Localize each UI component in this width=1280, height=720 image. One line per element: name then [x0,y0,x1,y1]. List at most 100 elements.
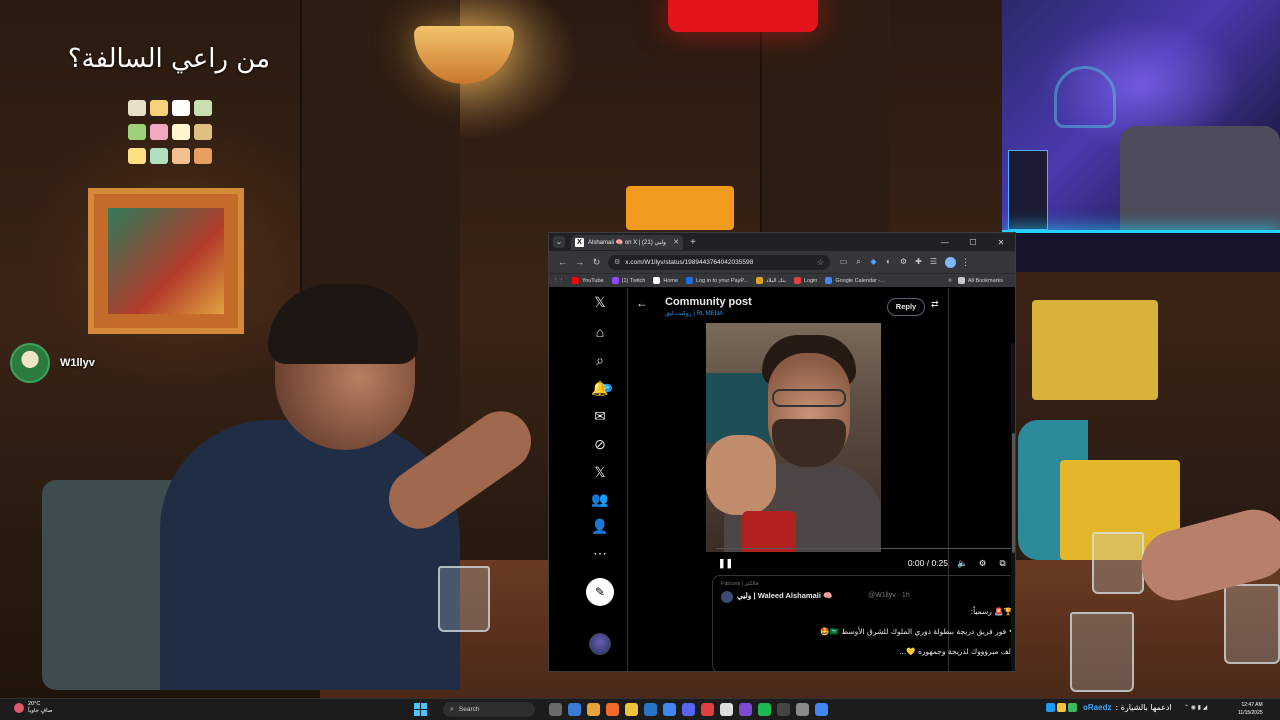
video-progress-bar[interactable] [716,548,1015,549]
scrollbar[interactable] [1011,343,1015,671]
system-tray-icons[interactable]: ⌃ ◉ ▮ ◢ [1184,704,1207,711]
video-player[interactable] [706,323,881,552]
profile-icon[interactable]: 👤 [585,518,615,535]
desk [1002,230,1280,272]
weather-temperature: 20°C [28,701,41,707]
app-icon[interactable] [625,703,638,716]
spotify-icon[interactable] [758,703,771,716]
settings-icon[interactable]: ⇄ [931,299,939,310]
chrome-icon[interactable] [663,703,676,716]
pip-icon[interactable]: ⧉ [997,558,1008,569]
video-time: 0:00 / 0:25 [907,558,948,568]
tray-icon[interactable] [1057,703,1066,712]
tab-search-button[interactable]: ⌄ [553,236,565,248]
reading-list-icon[interactable]: ☰ [926,257,941,267]
messages-icon[interactable]: ✉ [585,408,615,425]
chrome-icon[interactable] [815,703,828,716]
cast-icon[interactable]: ▭ [836,257,851,267]
author-name[interactable]: وليي | Waleed Alshamali 🧠 [737,591,832,600]
site-info-icon[interactable]: ⚙ [614,258,620,266]
back-arrow-icon[interactable]: ← [636,296,648,310]
avatar[interactable] [589,633,611,655]
profile-icon[interactable] [945,256,956,268]
webcam-view [1002,0,1280,272]
pause-icon[interactable]: ❚❚ [718,558,733,569]
bookmark-paypal[interactable]: Log in to your PayP... [686,277,748,284]
start-button[interactable] [414,703,427,716]
x-logo-icon[interactable]: 𝕏 [585,294,615,311]
reload-icon[interactable]: ↻ [588,257,605,268]
app-icon[interactable] [720,703,733,716]
clock[interactable]: 12:47 AM 11/15/2025 [1238,701,1263,717]
pc-case [1008,150,1048,230]
video-controls: ❚❚ 0:00 / 0:25 🔈 ⚙ ⧉ ⤢ [718,556,1015,570]
taskbar-search[interactable]: ⌕ Search [443,702,535,717]
minimize-button[interactable]: — [931,238,959,247]
close-window-button[interactable]: ✕ [987,238,1015,247]
app-icon[interactable] [796,703,809,716]
puzzle-icon[interactable]: ✚ [911,257,926,267]
tray-icon[interactable] [1068,703,1077,712]
water-glass [1092,532,1144,594]
bookmark-x-home[interactable]: Home [653,277,678,284]
notifications-icon[interactable]: 🔔 [585,380,615,397]
home-icon[interactable]: ⌂ [585,324,615,340]
app-icon[interactable] [777,703,790,716]
water-glass [1070,612,1134,692]
bookmark-google-calendar[interactable]: Google Calendar -... [825,277,885,284]
windows-taskbar: 20°C صافٍ جاوياً ⌕ Search oRaedz ادعمها … [0,698,1280,720]
zoom-icon[interactable]: ⌕ [851,257,866,267]
volume-icon[interactable]: 🔈 [957,558,968,569]
address-bar[interactable]: ⚙ x.com/W1llyv/status/198944376404203559… [608,254,830,270]
premium-icon[interactable]: 𝕏 [585,464,615,481]
grok-icon[interactable]: ⊘ [585,436,615,453]
close-tab-icon[interactable]: ✕ [673,238,679,246]
extension-icon[interactable]: ◆ [866,257,881,267]
bookmarks-overflow-button[interactable]: » [948,277,952,284]
post-header: ← Community post روكيت ليق | RL MENA Rep… [628,288,950,320]
avatar [10,343,50,383]
team-logo-icon [1054,66,1116,128]
bookmarks-bar: ⋮⋮ YouTube (1) Twitch Home Log in to you… [549,273,1015,287]
file-explorer-icon[interactable] [587,703,600,716]
quoted-post[interactable]: Falcons | فالكنز وليي | Waleed Alshamali… [712,575,1015,671]
bookmark-youtube[interactable]: YouTube [572,277,604,284]
task-view-icon[interactable] [549,703,562,716]
more-icon[interactable]: ⋯ [585,545,615,562]
community-link[interactable]: روكيت ليق | RL MENA [665,310,723,317]
extension-icon[interactable]: ◐ [881,257,896,267]
bookmark-bank[interactable]: بنك البلاد [755,277,786,284]
menu-icon[interactable]: ⋮ [961,257,970,268]
reply-button[interactable]: Reply [887,298,925,316]
app-icon[interactable] [568,703,581,716]
app-icon[interactable] [739,703,752,716]
all-bookmarks-folder[interactable]: All Bookmarks [957,277,1003,284]
tab-active[interactable]: X Alshamali 🧠 on X | (21) وليي ✕ [571,234,683,250]
community-context: Falcons | فالكنز [721,581,759,587]
extension-icon[interactable]: ⚙ [896,257,911,267]
app-icon[interactable] [606,703,619,716]
bookmark-star-icon[interactable]: ☆ [817,258,824,267]
settings-gear-icon[interactable]: ⚙ [977,558,988,569]
avatar[interactable] [721,591,733,603]
gaming-chair [1120,126,1280,234]
streamer-name: W1llyv [60,357,95,369]
stream-overlay-title: من راعي السالفة؟ [67,44,270,74]
forward-icon[interactable]: → [571,257,588,267]
app-icon[interactable] [682,703,695,716]
tray-icon[interactable] [1046,703,1055,712]
steam-icon[interactable] [644,703,657,716]
new-tab-button[interactable]: + [690,237,696,248]
explore-icon[interactable]: ⌕ [585,352,615,369]
bookmark-twitch[interactable]: (1) Twitch [611,277,645,284]
back-icon[interactable]: ← [554,257,571,267]
app-icon[interactable] [701,703,714,716]
maximize-button[interactable]: ☐ [959,238,987,247]
neon-sign [668,0,818,32]
weather-widget[interactable]: 20°C صافٍ جاوياً [14,701,53,715]
post-button[interactable]: ✎ [586,578,614,606]
bookmark-login[interactable]: Login [793,277,817,284]
communities-icon[interactable]: 👥 [585,491,615,508]
browser-window: ⌄ X Alshamali 🧠 on X | (21) وليي ✕ + — ☐… [548,232,1016,672]
apps-icon[interactable]: ⋮⋮ [553,278,564,284]
